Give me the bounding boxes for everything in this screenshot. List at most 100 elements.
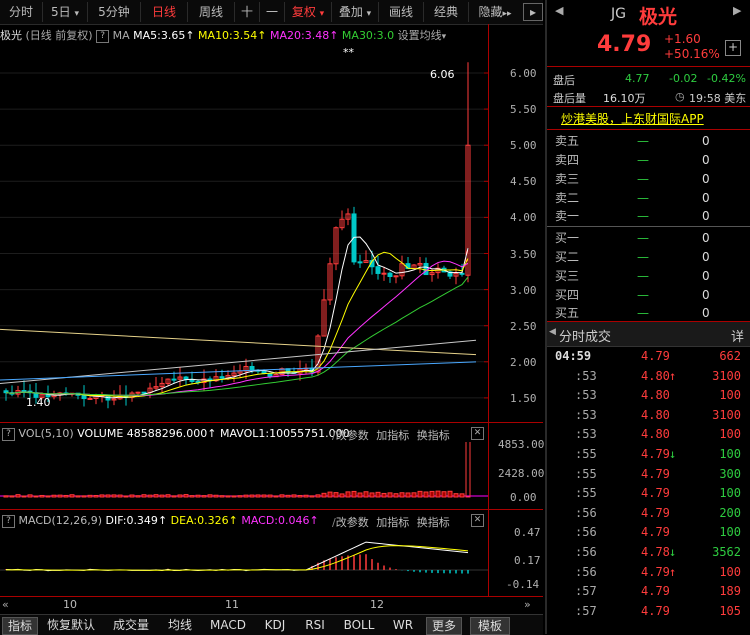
add-indicator-link[interactable]: 加指标 (376, 429, 409, 442)
volume-bar (51, 494, 57, 498)
macd-value: MACD:0.046 (241, 514, 310, 527)
zoom-in-button[interactable]: 十 (235, 2, 260, 22)
scroll-right-icon[interactable]: » (524, 598, 531, 611)
trade-price: 4.80 (641, 407, 670, 422)
promo-link[interactable]: 炒港美股，上东财国际APP (561, 110, 704, 127)
volume-bar (363, 491, 369, 498)
tab-kdj[interactable]: KDJ (258, 617, 292, 633)
tab-rsi[interactable]: RSI (300, 617, 330, 633)
price-axis-label: 2.50 (510, 320, 537, 333)
trade-time: :56 (575, 564, 597, 579)
volume-bar (459, 493, 465, 498)
nav-prev-icon[interactable]: ◀ (555, 4, 563, 17)
quote-panel: ◀ JG 极光 ▶ 4.79 +1.60 +50.16% + 盘后 4.77 -… (545, 0, 750, 634)
collapse-panel-icon[interactable]: ▸ (523, 3, 543, 21)
tab-weekly[interactable]: 周线 (188, 2, 235, 22)
orderbook-level: 卖一 (555, 209, 580, 223)
tab-5day[interactable]: 5日 ▾ (43, 2, 88, 22)
tab-indicators[interactable]: 指标 (2, 617, 38, 635)
orderbook-row: 卖三 — 0 (547, 170, 747, 189)
volume-bar (417, 490, 423, 498)
tab-boll[interactable]: BOLL (338, 617, 380, 633)
orderbook-level: 卖三 (555, 172, 580, 186)
tab-macd[interactable]: MACD (206, 617, 250, 633)
candlestick-chart[interactable] (0, 44, 488, 422)
close-icon[interactable]: ✕ (471, 427, 484, 440)
trade-time: :57 (575, 603, 597, 618)
help-icon[interactable]: ? (96, 29, 110, 43)
ma10-line (5, 251, 469, 398)
orderbook-qty: 0 (702, 288, 710, 302)
after-hours-change: -0.02 (669, 72, 698, 85)
orderbook-price: — (637, 134, 649, 148)
macd-axis-mid: 0.17 (514, 554, 541, 567)
trade-time: :55 (575, 466, 597, 481)
adjust-button[interactable]: 复权 ▾ (285, 2, 332, 22)
arrow-up-icon: ↑ (309, 514, 319, 527)
trades-detail-link[interactable]: 详 (731, 326, 744, 345)
zoom-out-button[interactable]: 一 (260, 2, 285, 22)
volume-bar (405, 492, 411, 498)
trade-volume: 662 (719, 349, 741, 363)
trade-row: :56 4.78 ↓ 3562 (547, 543, 747, 563)
trade-volume: 100 (719, 564, 741, 579)
orderbook-qty: 0 (702, 153, 710, 167)
candle-body (219, 376, 225, 379)
volume-bar (183, 494, 189, 498)
macd-axis-top: 0.47 (514, 526, 541, 539)
last-price: 4.79 (597, 32, 652, 57)
tab-ma[interactable]: 均线 (162, 617, 198, 633)
orderbook-price: — (637, 172, 649, 186)
scroll-left-icon[interactable]: « (2, 598, 9, 611)
add-watchlist-button[interactable]: + (725, 40, 741, 56)
arrow-up-icon: ↑ (329, 29, 339, 42)
volume-bar (255, 494, 261, 498)
trade-price: 4.80 (641, 368, 670, 383)
volume-bar (27, 494, 33, 498)
dif-line (5, 541, 469, 572)
orderbook-price: — (637, 153, 649, 167)
signal-marker: ** (343, 46, 354, 59)
tab-wr[interactable]: WR (388, 617, 418, 633)
tab-5min[interactable]: 5分钟 (88, 2, 141, 22)
trade-row: :56 4.79 ↑ 100 (547, 563, 747, 583)
tab-volume[interactable]: 成交量 (108, 617, 154, 633)
close-icon[interactable]: ✕ (471, 514, 484, 527)
quote-time: 19:58 美东 (689, 92, 747, 105)
dropdown-icon: ▾ (319, 9, 325, 19)
orderbook-row: 卖一 — 0 (547, 207, 747, 226)
hide-button[interactable]: 隐藏▸▸ (469, 2, 521, 22)
volume-bar (21, 495, 27, 498)
change-params-link[interactable]: 改参数 (336, 429, 369, 442)
stock-name: 极光 (0, 29, 22, 42)
trade-price: 4.78 (641, 545, 670, 559)
volume-bar (291, 494, 297, 498)
swap-indicator-link[interactable]: 换指标 (417, 429, 450, 442)
draw-button[interactable]: 画线 (379, 2, 424, 22)
tab-daily[interactable]: 日线 (141, 2, 188, 22)
trade-price: 4.80 (641, 388, 670, 403)
adjust-label: 复权 (291, 5, 316, 19)
trade-price: 4.79 (641, 584, 670, 599)
ma-settings-link[interactable]: 设置均线 (398, 29, 442, 42)
nav-next-icon[interactable]: ▶ (733, 4, 741, 17)
candle-body (81, 394, 87, 400)
collapse-icon[interactable]: ◀ (549, 327, 556, 337)
tab-template[interactable]: 模板 (470, 617, 510, 635)
overlay-button[interactable]: 叠加 ▾ (332, 2, 379, 22)
trade-volume: 100 (719, 388, 741, 403)
orderbook-level: 买三 (555, 269, 580, 283)
dropdown-icon: ▾ (366, 9, 372, 19)
help-icon[interactable]: ? (2, 514, 15, 528)
tab-restore-default[interactable]: 恢复默认 (42, 617, 100, 633)
classic-button[interactable]: 经典 (424, 2, 469, 22)
divider (547, 129, 750, 130)
macd-axis-bottom: -0.14 (506, 578, 540, 591)
trade-time: :53 (575, 368, 597, 383)
trade-volume: 200 (719, 505, 741, 520)
help-icon[interactable]: ? (2, 427, 15, 441)
tab-intraday[interactable]: 分时 (0, 2, 43, 22)
volume-bar (225, 495, 231, 498)
orderbook-qty: 0 (702, 191, 710, 205)
tab-more[interactable]: 更多 (426, 617, 462, 635)
